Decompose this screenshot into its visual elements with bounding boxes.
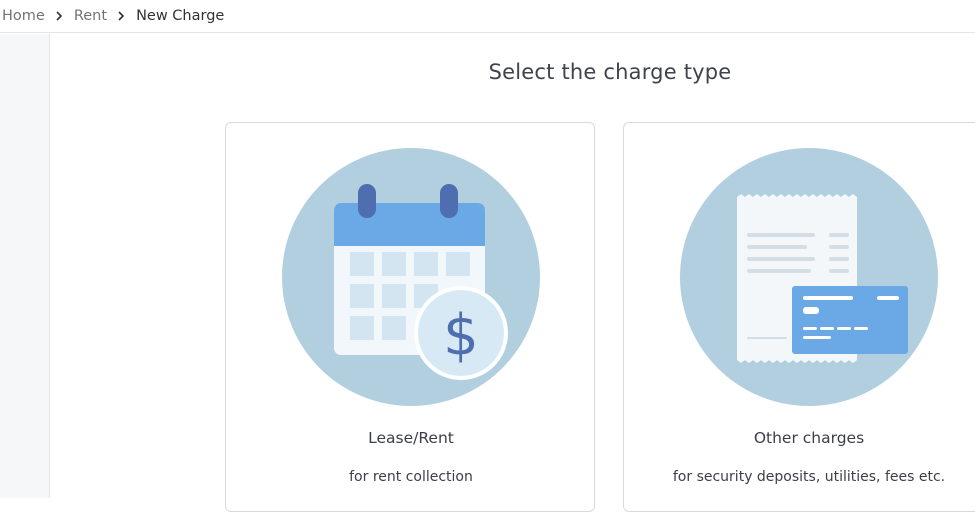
svg-text:$: $: [443, 303, 479, 368]
breadcrumb: Home Rent New Charge: [0, 0, 975, 33]
chevron-right-icon: [55, 11, 63, 21]
other-charges-card[interactable]: Other charges for security deposits, uti…: [623, 122, 975, 512]
calendar-dollar-icon: $: [281, 147, 541, 407]
breadcrumb-new-charge: New Charge: [136, 8, 225, 24]
chevron-right-icon: [117, 11, 125, 21]
page-title: Select the charge type: [488, 60, 732, 84]
card-title: Other charges: [753, 429, 865, 447]
breadcrumb-rent[interactable]: Rent: [74, 8, 107, 24]
sidebar: [0, 34, 50, 498]
receipt-card-icon: [679, 147, 939, 407]
card-description: for rent collection: [349, 469, 473, 485]
lease-rent-card[interactable]: $ Lease/Rent for rent collection: [225, 122, 595, 512]
breadcrumb-home[interactable]: Home: [2, 8, 45, 24]
card-description: for security deposits, utilities, fees e…: [672, 469, 946, 485]
card-title: Lease/Rent: [368, 429, 454, 447]
